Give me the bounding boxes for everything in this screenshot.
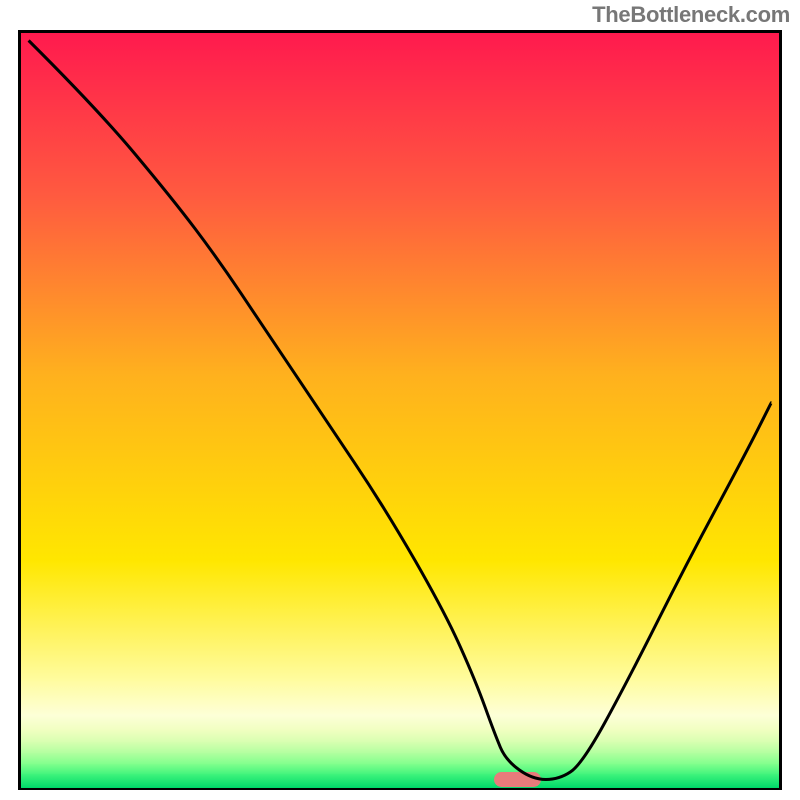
attribution-text: TheBottleneck.com <box>592 2 790 28</box>
gradient-bg <box>21 33 779 787</box>
data-marker <box>494 772 542 788</box>
chart-frame <box>18 30 782 790</box>
